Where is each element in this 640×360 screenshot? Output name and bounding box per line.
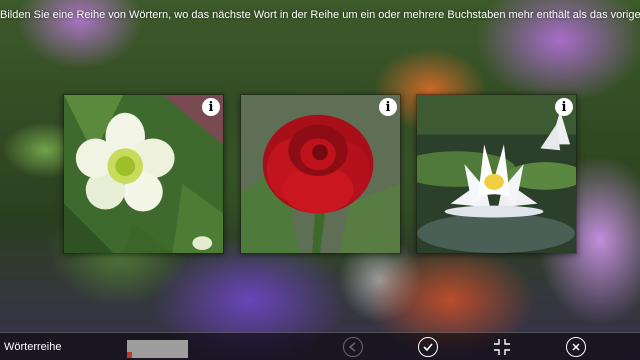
hellebore-image	[64, 95, 223, 253]
image-card-hellebore[interactable]: i	[63, 94, 224, 254]
info-icon[interactable]: i	[555, 98, 573, 116]
water-lily-image	[417, 95, 576, 253]
arrow-left-icon	[348, 342, 356, 352]
collapse-icon	[494, 339, 510, 355]
game-title: Wörterreihe	[4, 341, 62, 353]
check-icon	[423, 343, 433, 352]
close-button[interactable]	[566, 337, 586, 357]
progress-bar	[127, 340, 188, 358]
close-icon	[572, 343, 580, 351]
image-card-water-lily[interactable]: i	[416, 94, 577, 254]
info-icon[interactable]: i	[379, 98, 397, 116]
collapse-button[interactable]	[492, 337, 512, 357]
progress-fill	[127, 352, 132, 358]
rose-image	[241, 95, 400, 253]
bottom-app-bar: Wörterreihe	[0, 332, 640, 360]
image-card-rose[interactable]: i	[240, 94, 401, 254]
confirm-button[interactable]	[418, 337, 438, 357]
task-instruction: Bilden Sie eine Reihe von Wörtern, wo da…	[0, 9, 640, 21]
previous-button[interactable]	[343, 337, 363, 357]
info-icon[interactable]: i	[202, 98, 220, 116]
